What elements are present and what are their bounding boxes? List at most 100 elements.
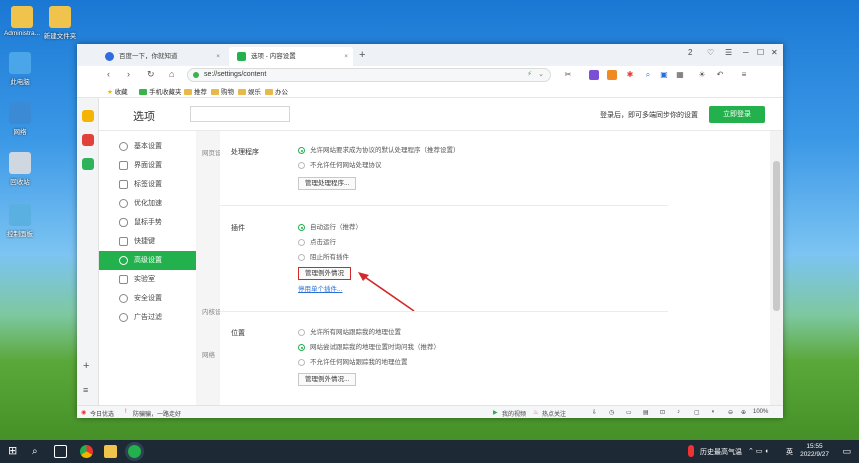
nav-advanced[interactable]: 高级设置 xyxy=(99,251,196,270)
back-icon[interactable]: ‹ xyxy=(107,69,110,79)
crop-icon[interactable]: ▣ xyxy=(659,70,669,80)
close-icon[interactable]: × xyxy=(216,47,220,66)
bookmark-recommend[interactable]: 推荐 xyxy=(184,86,207,96)
heart-icon[interactable]: ♡ xyxy=(707,48,714,57)
nav-mouse-gesture[interactable]: 鼠标手势 xyxy=(99,213,196,232)
extension-red-icon[interactable]: ✱ xyxy=(625,70,635,80)
sound-icon[interactable]: ♪ xyxy=(677,409,680,415)
menu-icon[interactable]: ☰ xyxy=(725,48,732,57)
nav-interface[interactable]: 界面设置 xyxy=(99,156,196,175)
settings-search-input[interactable] xyxy=(190,106,290,122)
manage-location-exceptions-button[interactable]: 管理例外情况... xyxy=(298,373,357,386)
tray-icons[interactable]: ⌃ ▭ ◖ xyxy=(748,447,769,455)
favorites-star-icon[interactable] xyxy=(82,110,94,122)
close-window-button[interactable]: ✕ xyxy=(771,48,778,57)
bookmark-favorites[interactable]: ★ 收藏 xyxy=(107,86,128,96)
manage-plugin-exceptions-button[interactable]: 管理例外情况 xyxy=(298,267,351,280)
zoom-in-icon[interactable]: ⊕ xyxy=(741,409,746,416)
windows-start-icon[interactable]: ⊞ xyxy=(8,445,21,458)
zoom-level[interactable]: 100% xyxy=(753,409,768,415)
ime-indicator[interactable]: 英 xyxy=(786,447,793,457)
maximize-button[interactable]: ☐ xyxy=(757,48,764,57)
calculator-icon[interactable]: ▤ xyxy=(643,409,649,416)
brightness-icon[interactable]: ☀ xyxy=(697,70,707,80)
extension-purple-icon[interactable] xyxy=(589,70,599,80)
scrollbar-thumb[interactable] xyxy=(773,161,780,311)
bookmark-mobile[interactable]: 手机收藏夹 xyxy=(139,86,182,96)
desktop-icon-recycle-bin[interactable]: 回收站 xyxy=(0,152,42,186)
home-icon[interactable]: ⌂ xyxy=(169,69,174,79)
status-my-video[interactable]: 我的视频 xyxy=(502,409,526,418)
nav-tabs[interactable]: 标签设置 xyxy=(99,175,196,194)
close-icon[interactable]: × xyxy=(344,47,348,66)
search-icon[interactable]: ⌕ xyxy=(32,445,45,458)
radio-location-ask[interactable]: 网站尝试跟踪我的地理位置时询问我（推荐） xyxy=(298,343,440,353)
radio-plugins-auto[interactable]: 自动运行（推荐） xyxy=(298,223,362,233)
browser-taskbar-icon[interactable] xyxy=(128,445,141,458)
url-field[interactable]: se://settings/content ⚡ ⌄ xyxy=(187,68,551,82)
sidebar-green-icon[interactable] xyxy=(82,158,94,170)
radio-plugins-click[interactable]: 点击运行 xyxy=(298,238,336,248)
nav-basic[interactable]: 基本设置 xyxy=(99,137,196,156)
disable-plugin-link[interactable]: 停用单个插件... xyxy=(298,283,342,293)
download-icon[interactable]: ⇩ xyxy=(592,409,597,416)
status-anti-fraud[interactable]: 防骗骗，一路走好 xyxy=(133,409,181,418)
desktop-icon-new-folder[interactable]: 新建文件夹 xyxy=(38,6,82,40)
section-gutter xyxy=(196,131,220,405)
nav-security[interactable]: 安全设置 xyxy=(99,289,196,308)
radio-handler-deny[interactable]: 不允许任何网站处理协议 xyxy=(298,161,382,171)
desktop-icon-this-pc[interactable]: 此电脑 xyxy=(0,52,42,86)
sidebar-menu-icon[interactable]: ≡ xyxy=(83,385,88,395)
window-icon[interactable]: ▢ xyxy=(694,409,700,416)
chevron-down-icon[interactable]: ⌄ xyxy=(538,69,544,81)
search-icon[interactable]: ⌕ xyxy=(643,70,653,80)
bookmark-office[interactable]: 办公 xyxy=(265,86,288,96)
zoom-out-icon[interactable]: ⊖ xyxy=(728,409,733,416)
new-tab-button[interactable]: + xyxy=(359,49,365,61)
extension-orange-icon[interactable] xyxy=(607,70,617,80)
notification-icon[interactable]: ▭ xyxy=(842,446,851,457)
scrollbar[interactable] xyxy=(770,131,783,405)
tab-baidu[interactable]: 百度一下，你就知道 × xyxy=(97,47,225,66)
radio-label: 允许所有网站跟踪我的地理位置 xyxy=(310,329,401,336)
taskbar-clock[interactable]: 15:55 2022/9/27 xyxy=(800,443,829,459)
sidebar-add-icon[interactable]: + xyxy=(83,360,89,372)
weather-text[interactable]: 历史最高气温 xyxy=(700,447,742,457)
desktop-icon-network[interactable]: 网络 xyxy=(0,102,42,136)
scissors-icon[interactable]: ✂ xyxy=(563,70,573,80)
flash-icon[interactable]: ⚡ xyxy=(527,69,532,81)
nav-shortcuts[interactable]: 快捷键 xyxy=(99,232,196,251)
status-today-pick[interactable]: 今日优选 xyxy=(90,409,114,418)
divider xyxy=(220,311,668,312)
forward-icon[interactable]: › xyxy=(127,69,130,79)
bookmark-shopping[interactable]: 购物 xyxy=(211,86,234,96)
clock-icon[interactable]: ◷ xyxy=(609,409,614,416)
status-hot-topics[interactable]: 热点关注 xyxy=(542,409,566,418)
radio-plugins-block[interactable]: 阻止所有插件 xyxy=(298,253,349,263)
chrome-icon[interactable] xyxy=(80,445,93,458)
desktop-icon-control-panel[interactable]: 控制面板 xyxy=(0,204,42,238)
apps-grid-icon[interactable]: ▦ xyxy=(675,70,685,80)
manage-handlers-button[interactable]: 管理处理程序... xyxy=(298,177,357,190)
radio-dot xyxy=(298,329,305,336)
screenshot-icon[interactable]: ⊡ xyxy=(660,409,665,416)
more-menu-icon[interactable]: ≡ xyxy=(739,70,749,80)
nav-adblock[interactable]: 广告过滤 xyxy=(99,308,196,327)
file-explorer-icon[interactable] xyxy=(104,445,117,458)
tab-count-badge[interactable]: 2 xyxy=(688,48,692,57)
radio-handler-allow[interactable]: 允许网站要求成为协议的默认处理程序（推荐设置） xyxy=(298,146,460,156)
reload-icon[interactable]: ↻ xyxy=(147,69,155,80)
weibo-icon[interactable] xyxy=(82,134,94,146)
save-icon[interactable]: ▭ xyxy=(626,409,632,416)
tab-settings[interactable]: 选项 - 内容设置 × xyxy=(229,47,353,66)
radio-location-deny[interactable]: 不允许任何网站跟踪我的地理位置 xyxy=(298,358,408,368)
nav-lab[interactable]: 实验室 xyxy=(99,270,196,289)
login-button[interactable]: 立即登录 xyxy=(709,106,765,123)
radio-location-allow[interactable]: 允许所有网站跟踪我的地理位置 xyxy=(298,328,401,338)
minimize-button[interactable]: ─ xyxy=(743,48,749,57)
nav-speed[interactable]: 优化加速 xyxy=(99,194,196,213)
speaker-icon[interactable]: ◖ xyxy=(711,409,715,415)
task-view-icon[interactable] xyxy=(54,445,67,458)
undo-icon[interactable]: ↶ xyxy=(715,70,725,80)
bookmark-entertainment[interactable]: 娱乐 xyxy=(238,86,261,96)
